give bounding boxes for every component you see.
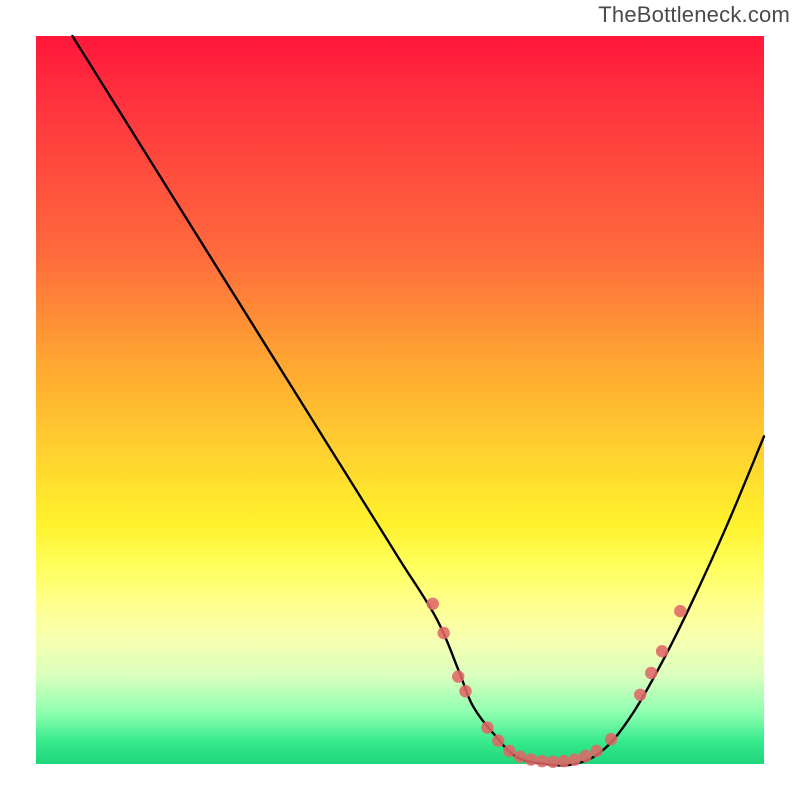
- marker-dot: [634, 689, 646, 701]
- marker-dot: [590, 745, 602, 757]
- plot-area: [36, 36, 764, 764]
- marker-dot: [605, 733, 617, 745]
- marker-dot: [645, 667, 657, 679]
- marker-dot: [674, 605, 686, 617]
- marker-dot: [452, 670, 464, 682]
- marker-dot: [558, 755, 570, 767]
- marker-dot: [656, 645, 668, 657]
- marker-dot: [481, 721, 493, 733]
- curve-svg: [36, 36, 764, 764]
- marker-dot: [579, 750, 591, 762]
- marker-dot: [459, 685, 471, 697]
- marker-dot: [536, 755, 548, 767]
- marker-dot: [547, 756, 559, 768]
- marker-dot: [569, 753, 581, 765]
- marker-dot: [503, 745, 515, 757]
- marker-dot: [492, 735, 504, 747]
- marker-dot: [438, 627, 450, 639]
- watermark-text: TheBottleneck.com: [598, 2, 790, 28]
- marker-dot: [525, 753, 537, 765]
- chart-stage: TheBottleneck.com: [0, 0, 800, 800]
- marker-dot: [514, 751, 526, 763]
- marker-dot: [427, 598, 439, 610]
- curve-markers: [427, 598, 687, 768]
